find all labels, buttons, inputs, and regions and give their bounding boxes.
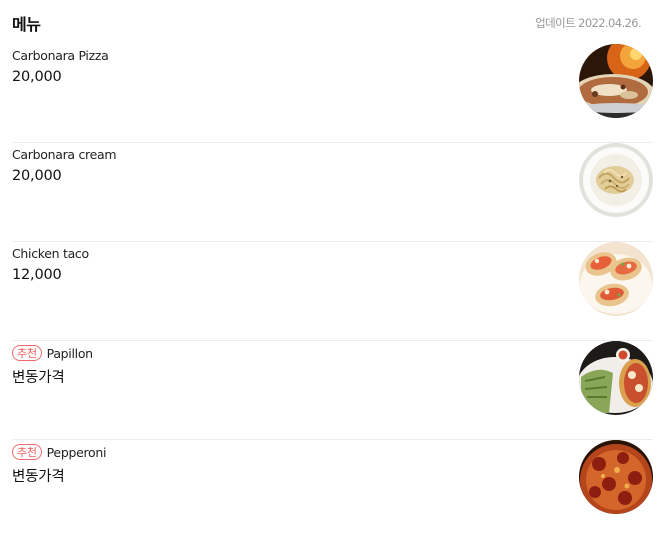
- papillon-photo-graphic: [579, 341, 653, 415]
- pizza-photo-graphic: [579, 44, 653, 118]
- pasta-photo-icon[interactable]: [579, 143, 653, 217]
- menu-item-price: 변동가격: [12, 370, 65, 386]
- menu-page: 메뉴 업데이트 2022.04.26. Carbonara Pizza 20,0…: [0, 0, 669, 527]
- menu-item[interactable]: Carbonara Pizza 20,000: [12, 44, 653, 143]
- papillon-photo-icon[interactable]: [579, 341, 653, 415]
- menu-item-price: 20,000: [12, 168, 62, 184]
- menu-item-name: Carbonara cream: [12, 147, 117, 162]
- menu-item-name: Pepperoni: [46, 444, 107, 460]
- menu-item[interactable]: Carbonara cream 20,000: [12, 143, 653, 242]
- pizza-photo-icon[interactable]: [579, 44, 653, 118]
- menu-item-name-row: 추천 Pepperoni: [12, 444, 107, 460]
- menu-item[interactable]: 추천 Papillon 변동가격: [12, 341, 653, 440]
- menu-header: 메뉴 업데이트 2022.04.26.: [12, 0, 653, 44]
- menu-item-name-row: Carbonara Pizza: [12, 48, 109, 63]
- menu-item-name-row: Carbonara cream: [12, 147, 117, 162]
- pepperoni-photo-graphic: [579, 440, 653, 514]
- taco-photo-icon[interactable]: [579, 242, 653, 316]
- menu-item-price: 변동가격: [12, 469, 65, 485]
- menu-item-price: 20,000: [12, 69, 62, 85]
- page-title: 메뉴: [12, 15, 41, 34]
- menu-list: Carbonara Pizza 20,000 Carbonara cream 2…: [12, 44, 653, 538]
- menu-item-name: Chicken taco: [12, 246, 89, 261]
- recommended-badge: 추천: [12, 345, 42, 361]
- recommended-badge: 추천: [12, 444, 42, 460]
- pasta-photo-graphic: [579, 143, 653, 217]
- updated-date: 업데이트 2022.04.26.: [535, 16, 641, 30]
- menu-item[interactable]: Chicken taco 12,000: [12, 242, 653, 341]
- menu-item-name: Papillon: [46, 345, 93, 361]
- menu-item-name-row: Chicken taco: [12, 246, 89, 261]
- taco-photo-graphic: [579, 242, 653, 316]
- menu-item-name-row: 추천 Papillon: [12, 345, 93, 361]
- menu-item[interactable]: 추천 Pepperoni 변동가격: [12, 440, 653, 538]
- menu-item-name: Carbonara Pizza: [12, 48, 109, 63]
- pepperoni-photo-icon[interactable]: [579, 440, 653, 514]
- menu-item-price: 12,000: [12, 267, 62, 283]
